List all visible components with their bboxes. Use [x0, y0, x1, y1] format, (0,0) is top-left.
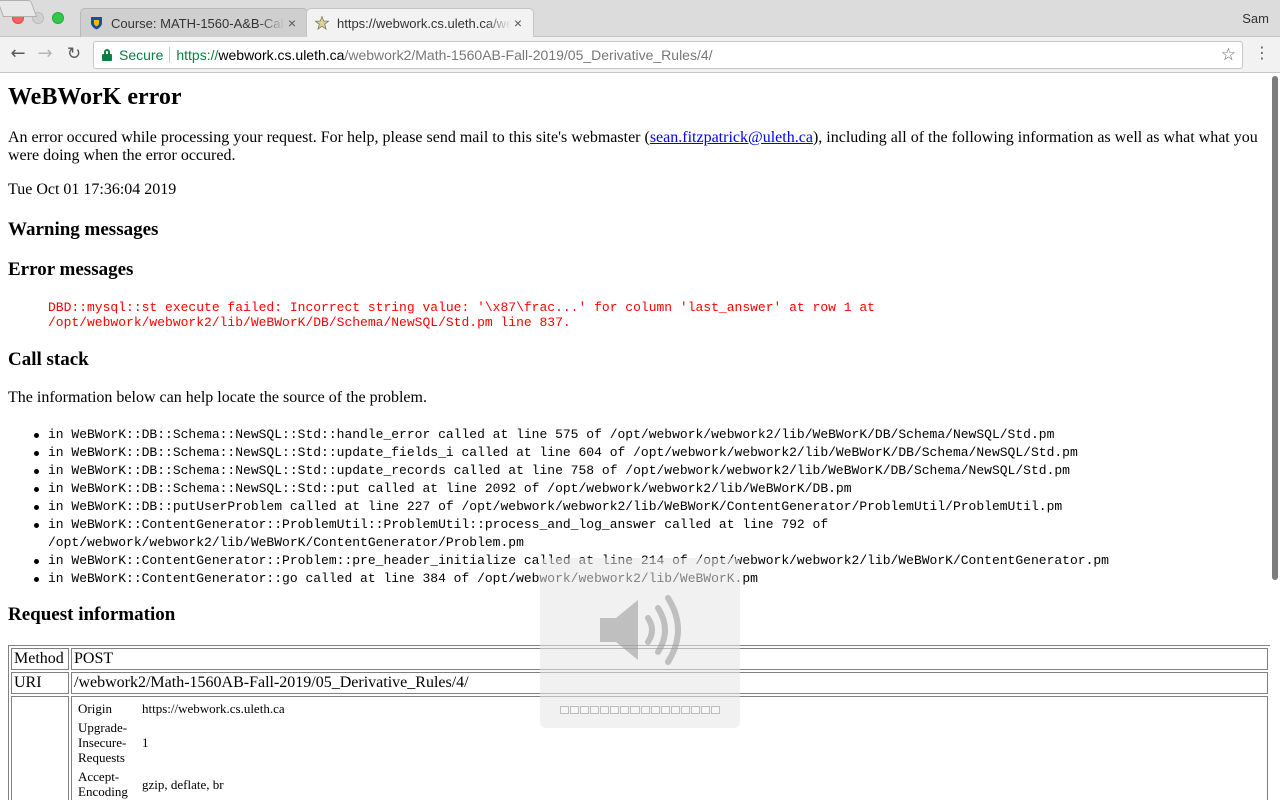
request-heading: Request information	[8, 604, 176, 625]
address-separator	[169, 47, 171, 63]
forward-arrow-icon[interactable]: →	[34, 43, 56, 65]
header-value: 1	[142, 735, 149, 750]
header-name: Accept-Encoding	[78, 769, 128, 799]
url-path: /webwork2/Math-1560AB-Fall-2019/05_Deriv…	[344, 47, 713, 63]
window-maximize-button[interactable]	[52, 12, 64, 24]
header-name: Upgrade-Insecure-Requests	[78, 720, 128, 765]
browser-tab-webwork[interactable]: https://webwork.cs.uleth.ca/webwork2/Mat…	[306, 8, 534, 37]
page-viewport: WeBWorK error An error occured while pro…	[0, 74, 1270, 800]
speaker-icon	[600, 595, 681, 665]
webwork-star-favicon-icon	[315, 16, 329, 30]
header-name: Origin	[78, 701, 112, 716]
new-tab-button[interactable]	[0, 0, 38, 17]
url-host: webwork.cs.uleth.ca	[218, 47, 345, 63]
callstack-intro: The information below can help locate th…	[8, 389, 427, 406]
browser-titlebar: Course: MATH-1560-A&B-Calculus I × https…	[0, 0, 1280, 37]
bookmark-star-icon[interactable]: ☆	[1221, 45, 1236, 65]
tab-title: Course: MATH-1560-A&B-Calculus I	[111, 15, 285, 31]
header-row: Origin https://webwork.cs.uleth.ca	[76, 700, 287, 717]
error-heading: Error messages	[8, 259, 134, 280]
callstack-heading: Call stack	[8, 349, 89, 370]
close-icon[interactable]: ×	[511, 15, 525, 31]
header-value: https://webwork.cs.uleth.ca	[142, 701, 285, 716]
volume-level-bar	[560, 706, 720, 714]
close-icon[interactable]: ×	[285, 15, 299, 31]
scrollbar-thumb[interactable]	[1272, 76, 1278, 580]
browser-menu-icon[interactable]: ⋮	[1254, 45, 1270, 61]
browser-toolbar: ← → ↻ Secure https://webwork.cs.uleth.ca…	[0, 37, 1280, 73]
webmaster-email-link[interactable]: sean.fitzpatrick@uleth.ca	[650, 129, 813, 146]
request-key-cell	[11, 696, 69, 800]
reload-icon[interactable]: ↻	[63, 43, 85, 65]
request-key-cell: Method	[11, 648, 69, 670]
callstack-item: in WeBWorK::DB::Schema::NewSQL::Std::put…	[34, 480, 1109, 498]
back-arrow-icon[interactable]: ←	[7, 43, 29, 65]
callstack-item: in WeBWorK::ContentGenerator::ProblemUti…	[34, 516, 1109, 552]
callstack-item: in WeBWorK::DB::putUserProblem called at…	[34, 498, 1109, 516]
error-intro: An error occured while processing your r…	[8, 129, 1263, 165]
shield-favicon-icon	[89, 16, 103, 30]
error-timestamp: Tue Oct 01 17:36:04 2019	[8, 181, 177, 198]
tab-title: https://webwork.cs.uleth.ca/webwork2/Mat…	[337, 15, 511, 31]
browser-tab-course[interactable]: Course: MATH-1560-A&B-Calculus I ×	[80, 8, 308, 37]
page-title: WeBWorK error	[8, 84, 182, 110]
header-value: gzip, deflate, br	[142, 776, 224, 792]
callstack-item: in WeBWorK::DB::Schema::NewSQL::Std::upd…	[34, 462, 1109, 480]
lock-icon[interactable]	[102, 49, 112, 61]
header-row: Upgrade-Insecure-Requests 1	[76, 719, 287, 766]
url-scheme: https://	[176, 47, 219, 63]
volume-overlay	[540, 558, 740, 728]
secure-label[interactable]: Secure	[119, 47, 163, 63]
error-message: DBD::mysql::st execute failed: Incorrect…	[48, 300, 875, 330]
callstack-item: in WeBWorK::DB::Schema::NewSQL::Std::upd…	[34, 444, 1109, 462]
callstack-item: in WeBWorK::DB::Schema::NewSQL::Std::han…	[34, 426, 1109, 444]
address-bar[interactable]: Secure https://webwork.cs.uleth.ca/webwo…	[93, 41, 1243, 69]
warning-heading: Warning messages	[8, 219, 159, 240]
header-row: Accept-Encoding gzip, deflate, br	[76, 768, 287, 800]
intro-text: An error occured while processing your r…	[8, 129, 650, 146]
profile-name[interactable]: Sam	[1242, 11, 1269, 26]
headers-table: Origin https://webwork.cs.uleth.ca Upgra…	[74, 698, 289, 800]
request-key-cell: URI	[11, 672, 69, 694]
